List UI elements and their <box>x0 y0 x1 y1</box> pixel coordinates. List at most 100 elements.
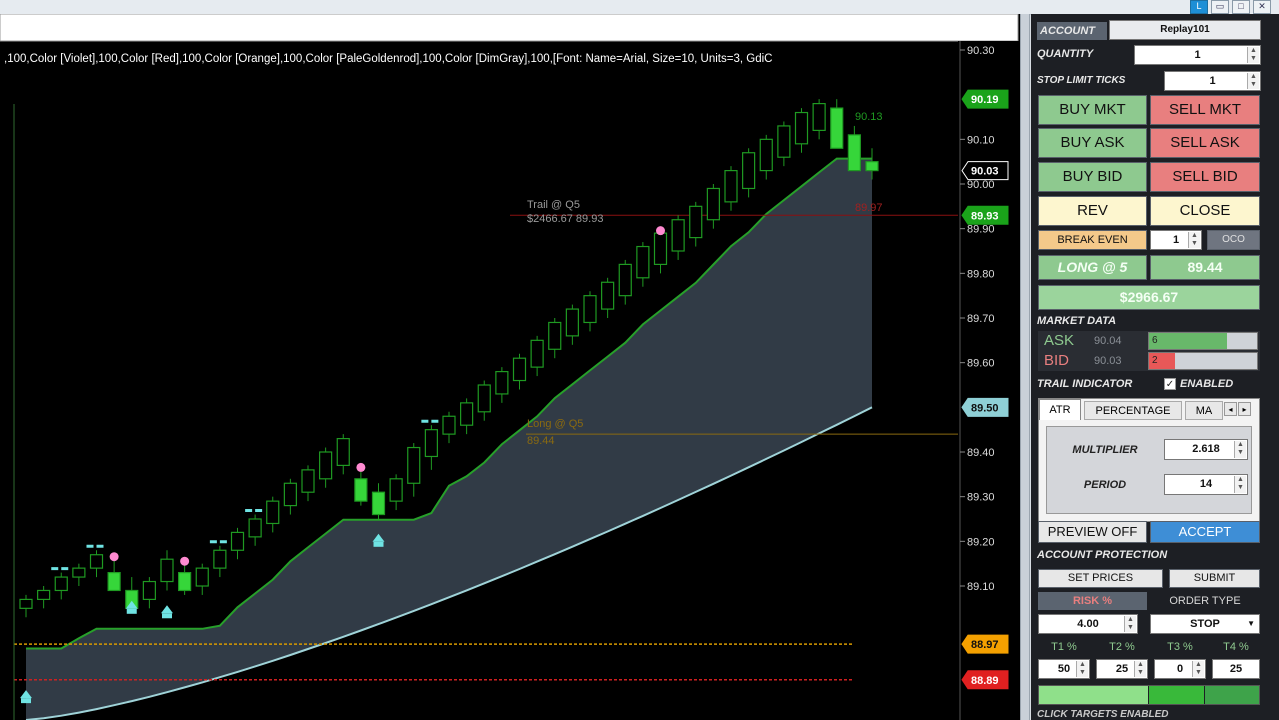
spin-arrows-icon[interactable]: ▲ ▼ <box>1188 232 1200 248</box>
buy-arrow-base <box>373 541 384 547</box>
target-1-stepper[interactable]: 50 ▲ ▼ <box>1038 659 1090 679</box>
sell-market-button[interactable]: SELL MKT <box>1150 95 1260 125</box>
candle-body <box>794 111 809 145</box>
window-title-bar: L ▭ □ ✕ <box>0 0 1279 15</box>
ask-label: ASK <box>1044 332 1075 349</box>
risk-percent-stepper[interactable]: 4.00 ▲ ▼ <box>1038 614 1138 634</box>
candle-body <box>389 478 403 502</box>
link-icon[interactable]: L <box>1190 0 1208 14</box>
spin-arrows-icon[interactable]: ▲ ▼ <box>1076 661 1088 677</box>
candle-body <box>195 567 209 587</box>
close-window-button[interactable]: ✕ <box>1253 0 1271 14</box>
reverse-button[interactable]: REV <box>1038 196 1147 226</box>
candle-body <box>107 571 121 592</box>
market-data-label: MARKET DATA <box>1037 315 1117 327</box>
price-tick-label: 89.10 <box>967 581 995 593</box>
high-annotation: 90.13 <box>855 111 883 123</box>
accept-button[interactable]: ACCEPT <box>1150 521 1260 543</box>
spin-arrows-icon[interactable]: ▲ ▼ <box>1234 441 1246 458</box>
tab-ma[interactable]: MA <box>1185 401 1223 420</box>
tab-percentage[interactable]: PERCENTAGE <box>1084 401 1182 420</box>
minimize-button[interactable]: ▭ <box>1211 0 1229 14</box>
target-4-segment <box>1203 686 1259 704</box>
close-position-button[interactable]: CLOSE <box>1150 196 1260 226</box>
account-protection-label: ACCOUNT PROTECTION <box>1037 549 1168 561</box>
bid-size-bar: 2 <box>1148 352 1258 370</box>
target-2-value: 25 <box>1115 663 1129 675</box>
signal-dot <box>180 556 190 566</box>
target-1-value: 50 <box>1057 663 1071 675</box>
signal-dot <box>656 226 665 236</box>
maximize-button[interactable]: □ <box>1232 0 1250 14</box>
order-type-select[interactable]: STOP ▼ <box>1150 614 1260 634</box>
spin-arrows-icon[interactable]: ▲ ▼ <box>1247 73 1259 89</box>
ask-size-fill <box>1149 333 1227 349</box>
candle-body <box>371 491 386 516</box>
spin-arrows-icon[interactable]: ▲ ▼ <box>1124 616 1136 632</box>
spin-arrows-icon[interactable]: ▲ ▼ <box>1247 47 1259 63</box>
order-entry-panel: ACCOUNT Replay101 QUANTITY 1 ▲ ▼ STOP LIMI… <box>1031 14 1279 720</box>
candle-body <box>442 415 456 435</box>
price-marker-label: 88.97 <box>971 639 999 651</box>
preview-off-button[interactable]: PREVIEW OFF <box>1038 521 1147 543</box>
target-3-stepper[interactable]: 0 ▲ ▼ <box>1154 659 1206 679</box>
buy-arrow-marker <box>161 605 173 614</box>
trail-enabled-checkbox[interactable]: ✓ <box>1164 378 1176 390</box>
target-1-segment <box>1039 686 1148 704</box>
trail-indicator-label: TRAIL INDICATOR <box>1037 378 1133 390</box>
target-2-segment <box>1148 686 1204 704</box>
multiplier-stepper[interactable]: 2.618 ▲ ▼ <box>1164 439 1248 460</box>
target-4-label: T4 % <box>1223 641 1249 653</box>
spin-arrows-icon[interactable]: ▲ ▼ <box>1234 476 1246 493</box>
break-even-ticks-value: 1 <box>1172 234 1180 246</box>
candle-body <box>742 152 756 190</box>
pane-splitter[interactable] <box>1020 14 1030 720</box>
stop-limit-ticks-label: STOP LIMIT TICKS <box>1037 75 1126 86</box>
candle-body <box>283 482 297 507</box>
quantity-stepper[interactable]: 1 ▲ ▼ <box>1134 45 1261 65</box>
tab-scroll-left-icon[interactable]: ◂ <box>1224 402 1237 416</box>
candle-body <box>777 125 791 158</box>
candle-body <box>72 567 86 578</box>
stop-limit-ticks-stepper[interactable]: 1 ▲ ▼ <box>1164 71 1261 91</box>
trail-enabled-label: ENABLED <box>1180 378 1234 390</box>
set-prices-button[interactable]: SET PRICES <box>1038 569 1163 588</box>
chevron-down-icon[interactable]: ▼ <box>1247 615 1255 633</box>
price-marker-label: 89.93 <box>971 210 999 222</box>
signal-dot <box>356 462 366 472</box>
buy-ask-button[interactable]: BUY ASK <box>1038 128 1147 158</box>
break-even-ticks-stepper[interactable]: 1 ▲ ▼ <box>1150 230 1202 250</box>
buy-bid-button[interactable]: BUY BID <box>1038 162 1147 192</box>
spin-arrows-icon[interactable]: ▲ ▼ <box>1192 661 1204 677</box>
oco-button[interactable]: OCO <box>1207 230 1260 250</box>
break-even-button[interactable]: BREAK EVEN <box>1038 230 1147 250</box>
tab-atr[interactable]: ATR <box>1039 399 1081 420</box>
quantity-label: QUANTITY <box>1037 48 1094 60</box>
sell-ask-button[interactable]: SELL ASK <box>1150 128 1260 158</box>
account-select[interactable]: Replay101 <box>1109 20 1261 40</box>
buy-market-button[interactable]: BUY MKT <box>1038 95 1147 125</box>
buy-arrow-base <box>162 613 172 619</box>
target-2-stepper[interactable]: 25 ▲ ▼ <box>1096 659 1148 679</box>
period-stepper[interactable]: 14 ▲ ▼ <box>1164 474 1248 495</box>
price-chart[interactable]: ,100,Color [Violet],100,Color [Red],100,… <box>0 14 1020 720</box>
candle-body <box>671 219 685 252</box>
trail-value-annotation: 89.97 <box>855 202 883 214</box>
candle-body <box>548 321 562 350</box>
target-4-input[interactable]: 25 <box>1212 659 1260 679</box>
stop-limit-ticks-value: 1 <box>1209 75 1216 87</box>
target-allocation-bar[interactable] <box>1038 685 1260 705</box>
candle-body <box>759 138 773 172</box>
position-status: LONG @ 5 <box>1038 255 1147 280</box>
price-tick-label: 89.90 <box>967 224 995 236</box>
candle-body <box>530 339 544 368</box>
period-label: PERIOD <box>1083 479 1127 491</box>
chart-pane[interactable]: ,100,Color [Violet],100,Color [Red],100,… <box>0 14 1020 720</box>
tab-scroll-right-icon[interactable]: ▸ <box>1238 402 1251 416</box>
submit-button[interactable]: SUBMIT <box>1169 569 1260 588</box>
candle-body <box>336 438 350 467</box>
candle-body <box>583 295 597 324</box>
candle-body <box>565 308 579 337</box>
spin-arrows-icon[interactable]: ▲ ▼ <box>1134 661 1146 677</box>
sell-bid-button[interactable]: SELL BID <box>1150 162 1260 192</box>
